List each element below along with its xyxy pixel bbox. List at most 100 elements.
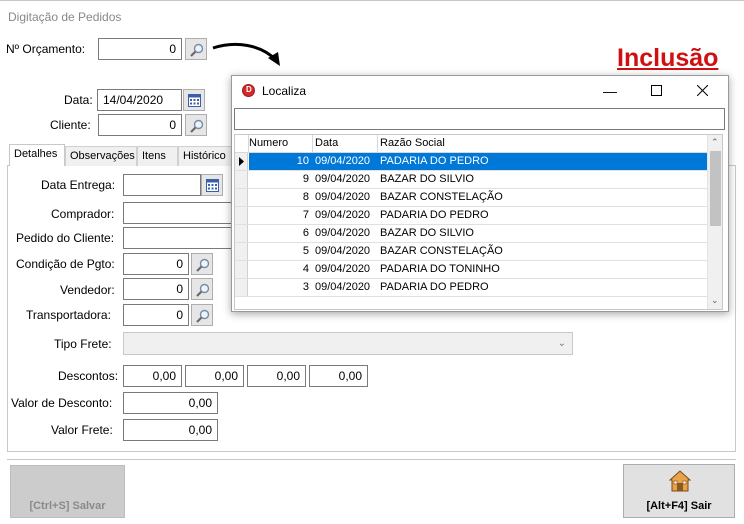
row-indicator: [235, 261, 248, 278]
valor-frete-input[interactable]: 0,00: [123, 419, 218, 441]
cliente-label: Cliente:: [50, 118, 91, 132]
orcamento-label: Nº Orçamento:: [6, 42, 86, 56]
cell-numero: 3: [302, 281, 309, 293]
cell-numero: 8: [302, 191, 309, 203]
magnifier-icon: [196, 258, 210, 272]
cell-data: 09/04/2020: [315, 227, 371, 239]
cell-razao: BAZAR CONSTELAÇÃO: [380, 245, 503, 257]
table-row[interactable]: 7 09/04/2020 PADARIA DO PEDRO: [235, 207, 709, 225]
valor-desconto-input[interactable]: 0,00: [123, 392, 218, 414]
cliente-input[interactable]: 0: [98, 114, 182, 136]
grid-scrollbar[interactable]: ⌃ ⌄: [707, 135, 722, 309]
cell-numero: 7: [302, 209, 309, 221]
valor-desconto-label: Valor de Desconto:: [11, 396, 113, 410]
chevron-down-icon[interactable]: ⌄: [711, 295, 719, 306]
condicao-pgto-label: Condição de Pgto:: [16, 257, 115, 271]
data-input[interactable]: 14/04/2020: [97, 89, 182, 111]
footer-divider: [7, 459, 736, 460]
exit-button-label: [Alt+F4] Sair: [646, 500, 712, 512]
data-calendar-button[interactable]: [183, 89, 205, 111]
row-pointer-icon: [239, 157, 244, 166]
cell-numero: 10: [296, 155, 309, 167]
magnifier-icon: [190, 119, 204, 133]
comprador-input[interactable]: [123, 202, 243, 224]
cell-razao: BAZAR DO SILVIO: [380, 227, 474, 239]
col-numero-header[interactable]: Numero: [249, 137, 288, 149]
row-indicator: [235, 171, 248, 188]
vendedor-search-button[interactable]: [191, 278, 213, 300]
vendedor-input[interactable]: 0: [123, 278, 189, 300]
orcamento-search-button[interactable]: [185, 38, 207, 60]
save-button[interactable]: [Ctrl+S] Salvar: [10, 465, 125, 518]
maximize-button[interactable]: [641, 80, 671, 102]
maximize-icon: [650, 85, 662, 96]
cell-numero: 9: [302, 173, 309, 185]
minimize-icon: —: [603, 83, 617, 99]
desconto-1-input[interactable]: 0,00: [123, 365, 182, 387]
table-row[interactable]: 8 09/04/2020 BAZAR CONSTELAÇÃO: [235, 189, 709, 207]
cell-razao: PADARIA DO PEDRO: [380, 281, 489, 293]
cliente-search-button[interactable]: [185, 114, 207, 136]
transportadora-input[interactable]: 0: [123, 304, 189, 326]
localiza-dialog: D Localiza — Numero Data Razão Social 10…: [231, 75, 729, 312]
results-grid: Numero Data Razão Social 10 09/04/2020 PAD…: [234, 134, 723, 310]
table-row[interactable]: 6 09/04/2020 BAZAR DO SILVIO: [235, 225, 709, 243]
pedido-cliente-input[interactable]: [123, 227, 243, 249]
calendar-icon: [206, 179, 219, 192]
house-icon: [669, 470, 691, 492]
cell-data: 09/04/2020: [315, 155, 371, 167]
magnifier-icon: [196, 309, 210, 323]
col-data-header[interactable]: Data: [315, 137, 338, 149]
data-entrega-label: Data Entrega:: [41, 178, 116, 192]
data-label: Data:: [64, 93, 93, 107]
cell-data: 09/04/2020: [315, 209, 371, 221]
cell-data: 09/04/2020: [315, 281, 371, 293]
tab-itens[interactable]: Itens: [137, 146, 178, 166]
condicao-pgto-input[interactable]: 0: [123, 253, 189, 275]
descontos-label: Descontos:: [58, 369, 119, 383]
table-row[interactable]: 3 09/04/2020 PADARIA DO PEDRO: [235, 279, 709, 297]
condicao-pgto-search-button[interactable]: [191, 253, 213, 275]
cell-numero: 4: [302, 263, 309, 275]
calendar-icon: [188, 94, 201, 107]
desconto-2-input[interactable]: 0,00: [185, 365, 244, 387]
app-icon: D: [242, 84, 255, 97]
table-row[interactable]: 10 09/04/2020 PADARIA DO PEDRO: [235, 153, 709, 171]
row-indicator: [235, 153, 248, 170]
tab-observacoes[interactable]: Observações: [65, 146, 137, 166]
minimize-button[interactable]: —: [595, 80, 625, 102]
row-indicator: [235, 189, 248, 206]
dialog-search-input[interactable]: [234, 108, 725, 130]
col-razao-header[interactable]: Razão Social: [380, 137, 445, 149]
close-icon: [696, 84, 708, 97]
data-entrega-calendar-button[interactable]: [201, 174, 223, 196]
chevron-up-icon[interactable]: ⌃: [711, 137, 719, 148]
transportadora-search-button[interactable]: [191, 304, 213, 326]
grid-header: Numero Data Razão Social: [235, 135, 709, 153]
row-indicator: [235, 207, 248, 224]
table-row[interactable]: 9 09/04/2020 BAZAR DO SILVIO: [235, 171, 709, 189]
cell-razao: BAZAR CONSTELAÇÃO: [380, 191, 503, 203]
row-indicator: [235, 279, 248, 296]
exit-button[interactable]: [Alt+F4] Sair: [623, 464, 735, 518]
mode-label: Inclusão: [617, 44, 719, 72]
orcamento-input[interactable]: 0: [98, 38, 182, 60]
cell-data: 09/04/2020: [315, 173, 371, 185]
table-row[interactable]: 5 09/04/2020 BAZAR CONSTELAÇÃO: [235, 243, 709, 261]
comprador-label: Comprador:: [51, 207, 115, 221]
cell-razao: PADARIA DO PEDRO: [380, 209, 489, 221]
data-entrega-input[interactable]: [123, 174, 201, 196]
pedido-cliente-label: Pedido do Cliente:: [16, 231, 115, 245]
form-title: Digitação de Pedidos: [8, 10, 122, 24]
tipo-frete-select[interactable]: ⌄: [123, 332, 573, 355]
valor-frete-label: Valor Frete:: [51, 423, 113, 437]
table-row[interactable]: 4 09/04/2020 PADARIA DO TONINHO: [235, 261, 709, 279]
desconto-4-input[interactable]: 0,00: [309, 365, 368, 387]
tipo-frete-label: Tipo Frete:: [54, 337, 112, 351]
close-button[interactable]: [687, 80, 717, 102]
tab-historico[interactable]: Histórico: [178, 146, 234, 166]
scrollbar-thumb[interactable]: [710, 151, 721, 226]
desconto-3-input[interactable]: 0,00: [247, 365, 306, 387]
row-indicator: [235, 243, 248, 260]
tab-detalhes[interactable]: Detalhes: [9, 144, 65, 166]
